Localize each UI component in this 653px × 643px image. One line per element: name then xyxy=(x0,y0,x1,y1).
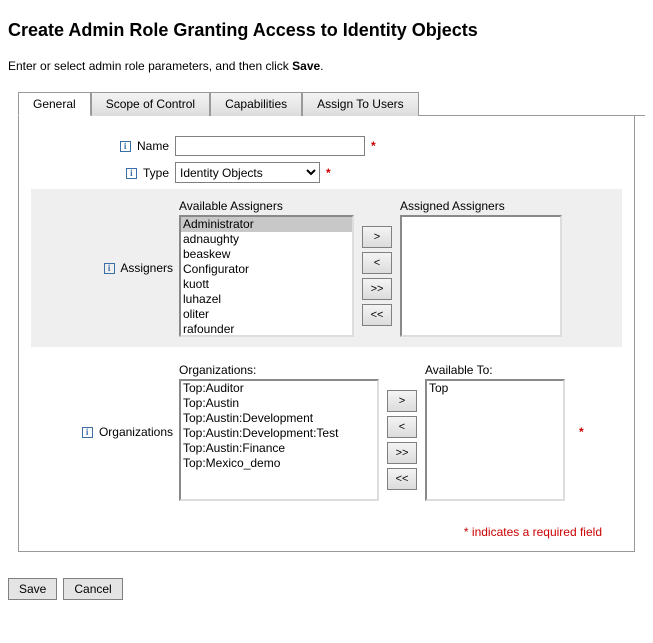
add-all-button[interactable]: >> xyxy=(387,442,417,464)
available-assigners-title: Available Assigners xyxy=(179,199,354,213)
list-item[interactable]: Administrator xyxy=(181,217,352,232)
info-icon: i xyxy=(126,168,137,179)
add-button[interactable]: > xyxy=(387,390,417,412)
available-assigners-list[interactable]: Administrator adnaughty beaskew Configur… xyxy=(179,215,354,337)
list-item[interactable]: Top xyxy=(427,381,563,396)
required-note: * indicates a required field xyxy=(31,525,602,539)
info-icon: i xyxy=(104,263,115,274)
info-icon: i xyxy=(120,141,131,152)
assigned-assigners-title: Assigned Assigners xyxy=(400,199,562,213)
list-item[interactable]: Top:Austin xyxy=(181,396,377,411)
info-icon: i xyxy=(82,427,93,438)
required-star: * xyxy=(371,139,376,153)
list-item[interactable]: beaskew xyxy=(181,247,352,262)
general-panel: i Name * i Type Identity Objects * i Ass… xyxy=(18,116,635,552)
assigners-label: Assigners xyxy=(120,261,173,275)
cancel-button[interactable]: Cancel xyxy=(63,578,122,600)
tab-general[interactable]: General xyxy=(18,92,91,116)
available-to-list[interactable]: Top xyxy=(425,379,565,501)
list-item[interactable]: Top:Auditor xyxy=(181,381,377,396)
organizations-list[interactable]: Top:Auditor Top:Austin Top:Austin:Develo… xyxy=(179,379,379,501)
required-star: * xyxy=(579,425,584,439)
available-to-title: Available To: xyxy=(425,363,565,377)
tab-scope[interactable]: Scope of Control xyxy=(91,92,210,116)
list-item[interactable]: adnaughty xyxy=(181,232,352,247)
tab-capabilities[interactable]: Capabilities xyxy=(210,92,302,116)
remove-button[interactable]: < xyxy=(387,416,417,438)
required-star: * xyxy=(326,166,331,180)
type-select[interactable]: Identity Objects xyxy=(175,162,320,183)
list-item[interactable]: kuott xyxy=(181,277,352,292)
save-button[interactable]: Save xyxy=(8,578,57,600)
tab-assign[interactable]: Assign To Users xyxy=(302,92,418,116)
add-all-button[interactable]: >> xyxy=(362,278,392,300)
intro-text: Enter or select admin role parameters, a… xyxy=(8,59,645,73)
list-item[interactable]: rafounder xyxy=(181,322,352,337)
list-item[interactable]: Top:Mexico_demo xyxy=(181,456,377,471)
list-item[interactable]: Top:Austin:Development xyxy=(181,411,377,426)
remove-button[interactable]: < xyxy=(362,252,392,274)
list-item[interactable]: Top:Austin:Finance xyxy=(181,441,377,456)
add-button[interactable]: > xyxy=(362,226,392,248)
organizations-title: Organizations: xyxy=(179,363,379,377)
list-item[interactable]: luhazel xyxy=(181,292,352,307)
tab-bar: General Scope of Control Capabilities As… xyxy=(18,91,645,116)
remove-all-button[interactable]: << xyxy=(362,304,392,326)
page-title: Create Admin Role Granting Access to Ide… xyxy=(8,20,645,41)
remove-all-button[interactable]: << xyxy=(387,468,417,490)
list-item[interactable]: Top:Austin:Development:Test xyxy=(181,426,377,441)
type-label: Type xyxy=(143,166,169,180)
name-label: Name xyxy=(137,139,169,153)
organizations-label: Organizations xyxy=(99,425,173,439)
assigned-assigners-list[interactable] xyxy=(400,215,562,337)
list-item[interactable]: oliter xyxy=(181,307,352,322)
name-input[interactable] xyxy=(175,136,365,156)
list-item[interactable]: Configurator xyxy=(181,262,352,277)
